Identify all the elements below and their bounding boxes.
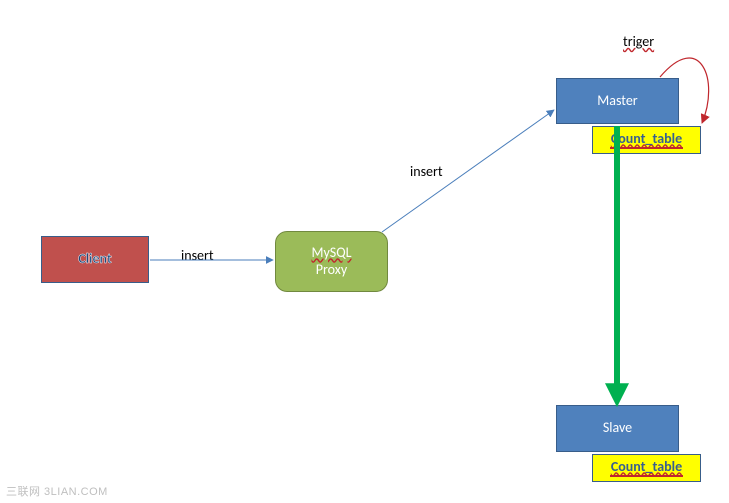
client-node: Client (41, 236, 149, 283)
arrow-proxy-to-master (382, 110, 554, 232)
edge-label-proxy-master: insert (410, 163, 443, 180)
count-table-bottom-label: Count_table (610, 459, 683, 478)
proxy-label-line1: MySQL (311, 245, 351, 262)
slave-node: Slave (556, 405, 679, 452)
client-label: Client (78, 251, 112, 268)
mysql-proxy-node: MySQL Proxy (275, 231, 388, 292)
watermark: 三联网 3LIAN.COM (6, 483, 108, 499)
proxy-label-line2: Proxy (316, 262, 347, 279)
count-table-bottom: Count_table (592, 454, 701, 482)
count-table-top-label: Count_table (610, 131, 683, 150)
master-label: Master (597, 93, 637, 110)
edge-label-trigger: triger (623, 33, 654, 50)
count-table-top: Count_table (592, 126, 701, 154)
slave-label: Slave (603, 420, 632, 437)
diagram-canvas: Client MySQL Proxy Master Count_table Sl… (0, 0, 729, 503)
master-node: Master (556, 78, 679, 124)
edge-label-client-proxy: insert (181, 247, 214, 264)
